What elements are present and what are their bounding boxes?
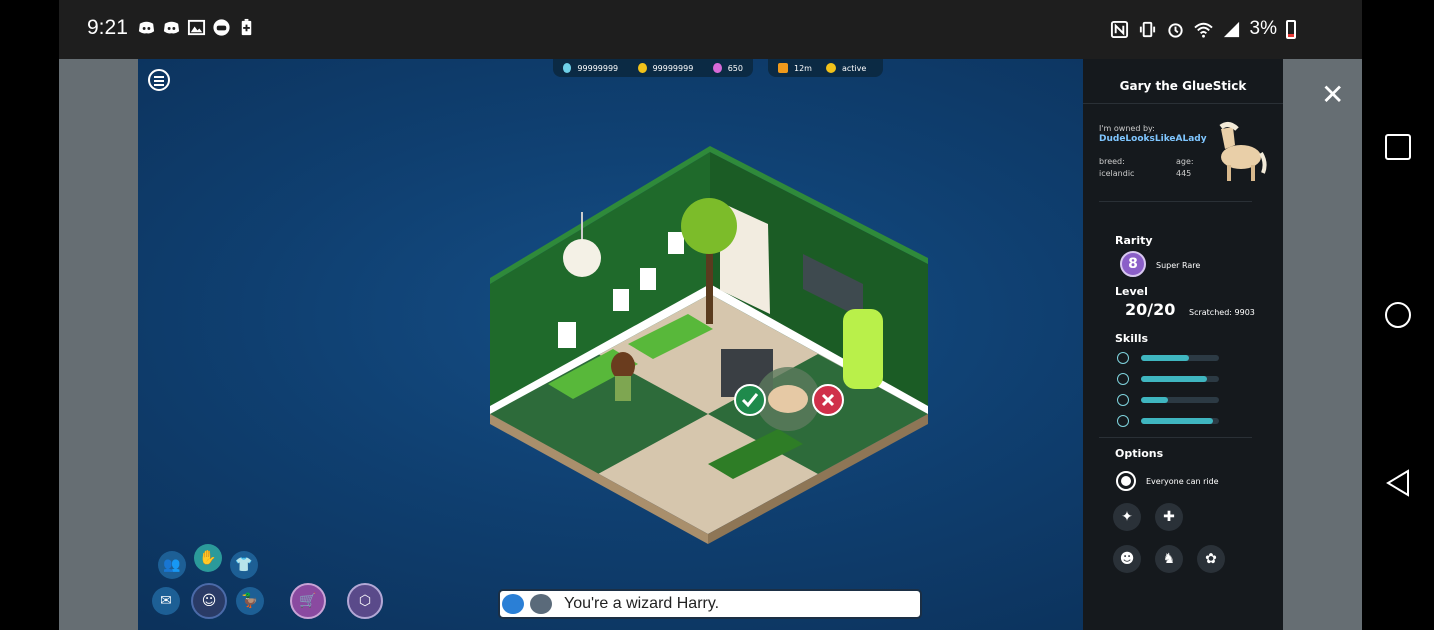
skill-bar-fill	[1141, 418, 1213, 424]
timer-text: 12m	[794, 63, 812, 73]
game-viewport[interactable]: 99999999 99999999 650 12m active Gary th…	[138, 59, 1283, 630]
skill-bar	[1141, 418, 1219, 424]
navigator-icon[interactable]: ⬡	[347, 583, 383, 619]
level-label: Level	[1115, 285, 1148, 298]
hanging-lamp[interactable]	[563, 239, 601, 277]
shop-cart-icon[interactable]: 🛒	[290, 583, 326, 619]
alarm-icon	[1167, 22, 1183, 38]
pet-action-2-icon[interactable]: ✚	[1155, 503, 1183, 531]
breed-value: icelandic	[1099, 169, 1135, 178]
ride-option-label: Everyone can ride	[1146, 477, 1219, 486]
nfc-icon	[1110, 20, 1128, 38]
diamond-icon	[563, 63, 572, 73]
active-icon	[825, 63, 836, 73]
pet-portrait	[1219, 121, 1267, 181]
calendar-icon	[778, 63, 788, 73]
session-bar[interactable]: 12m active	[768, 59, 883, 77]
clock: 9:21	[87, 16, 128, 39]
credits-icon	[638, 63, 647, 73]
compass-icon	[1117, 415, 1129, 427]
rarity-badge: 8	[1120, 251, 1146, 277]
wall-picture[interactable]	[558, 322, 576, 348]
menu-icon[interactable]	[148, 69, 170, 91]
scratched-text: Scratched: 9903	[1189, 308, 1255, 317]
age-label: age:	[1176, 157, 1194, 166]
chat-bar[interactable]: You're a wizard Harry.	[498, 589, 922, 619]
skill-bar-fill	[1141, 397, 1169, 403]
skill-bar-fill	[1141, 376, 1208, 382]
status-text: active	[841, 63, 867, 73]
skill-bar	[1141, 376, 1219, 382]
messages-icon[interactable]: ✉	[152, 587, 180, 615]
duck-icon[interactable]: 🦆	[236, 587, 264, 615]
divider	[1083, 103, 1283, 104]
image-icon	[187, 19, 206, 36]
friends-icon[interactable]: 👥	[158, 551, 186, 579]
wifi-icon	[1193, 22, 1213, 38]
breed-label: breed:	[1099, 157, 1125, 166]
duckets-icon	[713, 63, 722, 73]
owner-label: I'm owned by:	[1099, 124, 1155, 133]
letterbox-right	[1283, 59, 1362, 630]
duckets-count: 650	[727, 63, 743, 73]
green-machine[interactable]	[843, 309, 883, 389]
skills-label: Skills	[1115, 332, 1149, 345]
rarity-text: Super Rare	[1156, 261, 1201, 270]
recents-button[interactable]	[1384, 133, 1412, 161]
shirt-icon[interactable]: 👕	[230, 551, 258, 579]
hand-icon[interactable]: ✋	[194, 544, 222, 572]
confirm-button[interactable]	[734, 384, 766, 416]
vibrate-icon	[1139, 21, 1155, 37]
ride-radio[interactable]	[1116, 471, 1136, 491]
chat-input[interactable]: You're a wizard Harry.	[564, 595, 719, 613]
game-controller-icon	[213, 19, 230, 36]
pet-name: Gary the GlueStick	[1119, 79, 1247, 93]
chat-style-icon[interactable]	[502, 594, 524, 614]
avatar[interactable]: ☺	[191, 583, 227, 619]
happiness-icon	[1117, 352, 1129, 364]
currency-bar[interactable]: 99999999 99999999 650	[553, 59, 753, 77]
room-scene[interactable]	[478, 144, 948, 544]
skill-bar	[1141, 355, 1219, 361]
age-value: 445	[1176, 169, 1192, 178]
pet-info-panel: Gary the GlueStick I'm owned by: DudeLoo…	[1083, 59, 1283, 630]
status-bar: 9:21 3%	[59, 0, 1362, 59]
level-value: 20/20	[1125, 300, 1176, 319]
pet-action-1-icon[interactable]: ✦	[1113, 503, 1141, 531]
credits-count: 99999999	[652, 63, 694, 73]
battery-saver-icon	[241, 18, 252, 36]
divider	[1099, 201, 1252, 202]
signal-icon	[1223, 21, 1239, 37]
chat-bubble-icon[interactable]	[530, 594, 552, 614]
energy-icon	[1117, 394, 1129, 406]
battery-icon	[1286, 19, 1296, 39]
palm-plant[interactable]	[681, 198, 737, 254]
skill-bar-fill	[1141, 355, 1190, 361]
pet-action-3-icon[interactable]: ☻	[1113, 545, 1141, 573]
back-button[interactable]	[1384, 469, 1412, 497]
divider	[1099, 437, 1252, 438]
battery-percent: 3%	[1249, 18, 1277, 39]
diamonds-count: 99999999	[577, 63, 619, 73]
android-nav-bar	[1362, 0, 1434, 630]
player-avatar[interactable]	[611, 352, 635, 380]
close-icon[interactable]: ✕	[1321, 78, 1344, 111]
pet-action-4-icon[interactable]: ♞	[1155, 545, 1183, 573]
skill-bar	[1141, 397, 1219, 403]
letterbox-left	[59, 59, 138, 630]
owner-name[interactable]: DudeLooksLikeALady	[1099, 134, 1207, 144]
discord-icon	[163, 21, 180, 34]
discord-icon	[138, 21, 155, 34]
home-button[interactable]	[1384, 301, 1412, 329]
left-bezel	[0, 0, 59, 630]
xp-icon	[1117, 373, 1129, 385]
rarity-label: Rarity	[1115, 234, 1153, 247]
options-label: Options	[1115, 447, 1164, 460]
pet-action-5-icon[interactable]: ✿	[1197, 545, 1225, 573]
